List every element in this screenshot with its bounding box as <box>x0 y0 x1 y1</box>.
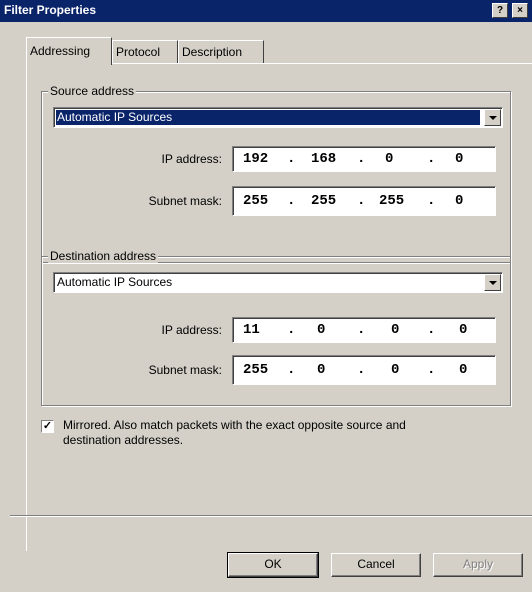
source-address-group: Source address Automatic IP Sources IP a… <box>41 84 511 263</box>
chevron-down-icon[interactable] <box>484 109 501 126</box>
ip-separator: . <box>357 322 366 338</box>
destination-mask-octet-3: 0 <box>391 362 400 378</box>
destination-address-label: Destination address <box>48 249 159 263</box>
ip-separator: . <box>287 151 296 167</box>
destination-ip-octet-3: 0 <box>391 322 400 338</box>
check-icon: ✓ <box>42 420 53 432</box>
ip-separator: . <box>287 322 296 338</box>
source-mask-octet-2: 255 <box>311 193 337 209</box>
ip-separator: . <box>427 322 436 338</box>
cancel-button[interactable]: Cancel <box>331 553 421 577</box>
tab-addressing[interactable]: Addressing <box>26 37 112 65</box>
close-button[interactable]: × <box>512 3 528 18</box>
window-left-border <box>0 22 10 592</box>
ip-separator: . <box>427 362 436 378</box>
source-mask-label: Subnet mask: <box>148 194 222 208</box>
mirrored-label[interactable]: Mirrored. Also match packets with the ex… <box>63 418 503 448</box>
destination-ip-field[interactable]: 11 . 0 . 0 . 0 <box>232 317 496 343</box>
destination-ip-octet-4: 0 <box>459 322 468 338</box>
mirrored-label-line1: Mirrored. Also match packets with the ex… <box>63 418 406 432</box>
destination-address-combo[interactable]: Automatic IP Sources <box>53 272 503 293</box>
ok-button[interactable]: OK <box>227 552 319 578</box>
title-bar[interactable]: Filter Properties ? × <box>0 0 532 22</box>
source-ip-label: IP address: <box>161 152 222 166</box>
source-address-combo[interactable]: Automatic IP Sources <box>53 107 503 128</box>
ip-separator: . <box>287 362 296 378</box>
source-ip-octet-1: 192 <box>243 151 269 167</box>
button-divider <box>10 515 532 517</box>
tab-protocol[interactable]: Protocol <box>112 40 178 64</box>
close-icon: × <box>517 5 523 16</box>
source-mask-field[interactable]: 255 . 255 . 255 . 0 <box>232 186 496 216</box>
source-mask-octet-4: 0 <box>455 193 464 209</box>
window-title: Filter Properties <box>4 3 97 17</box>
source-address-label: Source address <box>48 84 137 98</box>
destination-ip-label: IP address: <box>161 323 222 337</box>
source-mask-octet-1: 255 <box>243 193 269 209</box>
addressing-panel: Source address Automatic IP Sources IP a… <box>26 63 532 551</box>
destination-ip-octet-2: 0 <box>317 322 326 338</box>
help-icon: ? <box>496 5 504 16</box>
source-ip-octet-2: 168 <box>311 151 337 167</box>
destination-address-combo-value: Automatic IP Sources <box>57 275 173 289</box>
source-address-combo-value: Automatic IP Sources <box>56 110 480 125</box>
mirrored-label-line2: destination addresses. <box>63 433 184 447</box>
destination-ip-octet-1: 11 <box>243 322 260 338</box>
help-button[interactable]: ? <box>492 3 508 18</box>
destination-mask-octet-2: 0 <box>317 362 326 378</box>
ip-separator: . <box>357 362 366 378</box>
ip-separator: . <box>357 151 366 167</box>
destination-mask-octet-1: 255 <box>243 362 269 378</box>
destination-mask-label: Subnet mask: <box>148 363 222 377</box>
chevron-down-icon[interactable] <box>484 274 501 291</box>
ip-separator: . <box>287 193 296 209</box>
destination-mask-octet-4: 0 <box>459 362 468 378</box>
source-ip-octet-3: 0 <box>385 151 394 167</box>
source-ip-field[interactable]: 192 . 168 . 0 . 0 <box>232 146 496 172</box>
ip-separator: . <box>357 193 366 209</box>
ip-separator: . <box>427 193 436 209</box>
destination-mask-field[interactable]: 255 . 0 . 0 . 0 <box>232 355 496 385</box>
filter-properties-dialog: Filter Properties ? × Addressing Protoco… <box>0 0 532 592</box>
source-ip-octet-4: 0 <box>455 151 464 167</box>
ip-separator: . <box>427 151 436 167</box>
source-mask-octet-3: 255 <box>379 193 405 209</box>
apply-button[interactable]: Apply <box>433 553 523 577</box>
tab-description[interactable]: Description <box>178 40 264 64</box>
destination-address-group: Destination address Automatic IP Sources… <box>41 249 511 406</box>
mirrored-checkbox[interactable]: ✓ <box>41 420 54 433</box>
